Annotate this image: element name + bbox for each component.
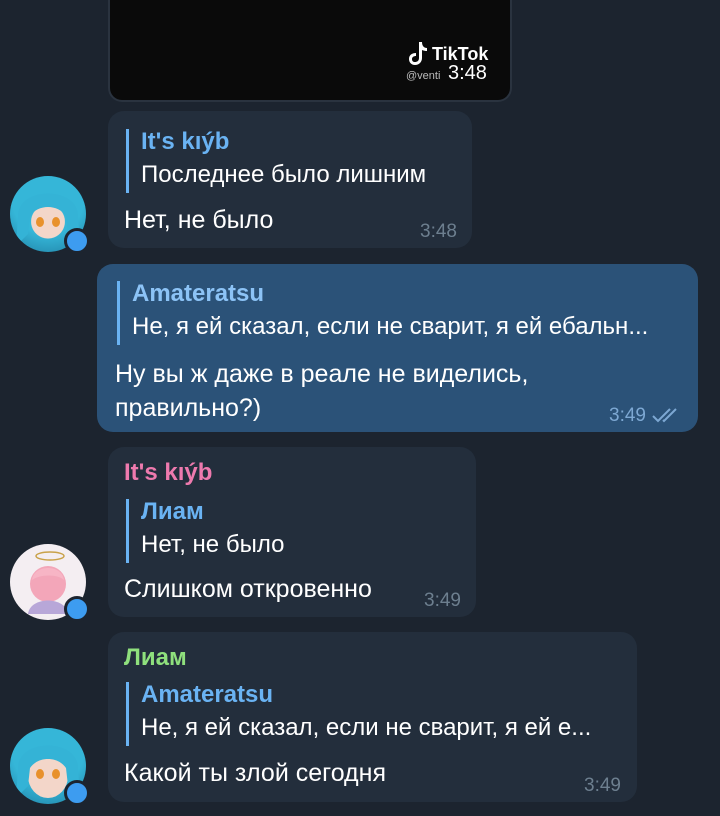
reply-text: Последнее было лишним — [141, 161, 427, 188]
message-text: Ну вы ж даже в реале не виделись, правил… — [115, 357, 528, 425]
reply-quote[interactable]: Лиам Нет, не было — [126, 498, 285, 563]
online-status-dot — [64, 596, 90, 622]
message-text: Слишком откровенно — [124, 575, 372, 603]
message-time: 3:48 — [420, 221, 457, 242]
message-text-line: правильно?) — [115, 394, 262, 422]
message-bubble[interactable]: Amateratsu Не, я ей сказал, если не свар… — [97, 264, 698, 432]
reply-quote[interactable]: Amateratsu Не, я ей сказал, если не свар… — [117, 280, 672, 345]
online-status-dot — [64, 228, 90, 254]
video-message[interactable]: TikTok @venti 3:48 — [108, 0, 512, 102]
message-bubble[interactable]: It's kıýb Лиам Нет, не было Слишком откр… — [108, 447, 476, 617]
tiktok-logo-icon — [408, 40, 428, 66]
online-status-dot — [64, 780, 90, 806]
avatar[interactable] — [10, 176, 90, 254]
message-bubble[interactable]: Лиам Amateratsu Не, я ей сказал, если не… — [108, 632, 637, 802]
message-text-line: Ну вы ж даже в реале не виделись, — [115, 360, 529, 388]
message-time: 3:49 — [424, 590, 461, 611]
video-time: 3:48 — [448, 62, 487, 84]
message-time: 3:49 — [584, 775, 621, 796]
tiktok-handle: @venti — [406, 70, 441, 82]
reply-author: Amateratsu — [141, 681, 274, 708]
avatar[interactable] — [10, 544, 90, 622]
double-check-icon — [651, 406, 685, 424]
reply-author: Amateratsu — [132, 280, 265, 307]
avatar[interactable] — [10, 728, 90, 806]
reply-quote[interactable]: It's kıýb Последнее было лишним — [126, 128, 427, 193]
sender-name[interactable]: Лиам — [124, 642, 187, 674]
sender-name[interactable]: It's kıýb — [124, 457, 212, 489]
reply-text: Не, я ей сказал, если не сварит, я ей еб… — [132, 313, 649, 340]
message-bubble[interactable]: It's kıýb Последнее было лишним Нет, не … — [108, 111, 472, 248]
reply-text: Не, я ей сказал, если не сварит, я ей е.… — [141, 714, 592, 741]
reply-author: It's kıýb — [141, 128, 230, 155]
reply-text: Нет, не было — [141, 531, 285, 558]
reply-author: Лиам — [141, 498, 204, 525]
message-time: 3:49 — [609, 405, 646, 426]
message-text: Какой ты злой сегодня — [124, 759, 386, 787]
message-text: Нет, не было — [124, 206, 274, 234]
reply-quote[interactable]: Amateratsu Не, я ей сказал, если не свар… — [126, 681, 592, 746]
